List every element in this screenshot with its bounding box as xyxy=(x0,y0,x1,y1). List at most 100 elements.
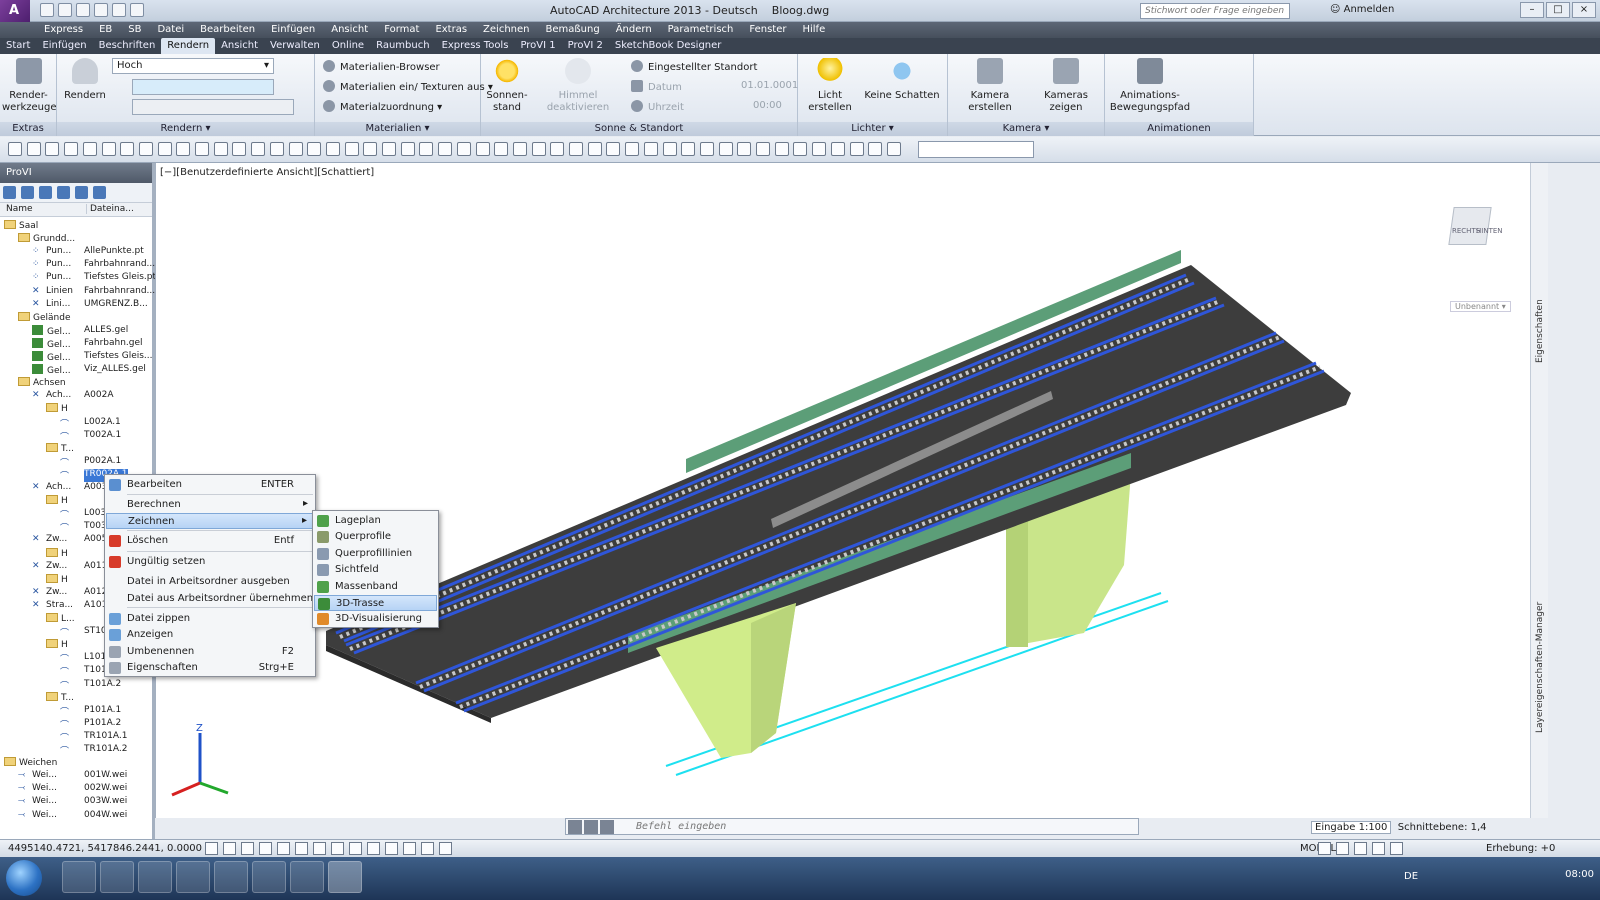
drafting-toggle-icon[interactable] xyxy=(277,842,290,855)
column-name[interactable]: Name xyxy=(6,204,33,214)
drafting-toggle-icon[interactable] xyxy=(349,842,362,855)
tree-node-file[interactable]: 004W.wei xyxy=(84,810,127,823)
toolbar-tool-icon[interactable] xyxy=(625,142,640,156)
menu-item[interactable]: Format xyxy=(376,22,427,35)
sign-in-button[interactable]: ☺ Anmelden xyxy=(1330,4,1394,15)
toolbar-tool-icon[interactable] xyxy=(8,142,22,156)
context-menu-item[interactable]: Anzeigen xyxy=(106,627,314,643)
toolbar-tool-icon[interactable] xyxy=(195,142,209,156)
ribbon-tab[interactable]: Verwalten xyxy=(264,38,326,54)
context-menu-item[interactable]: Eigenschaften Strg+E xyxy=(106,660,314,676)
toolbar-tool-icon[interactable] xyxy=(475,142,490,156)
toolbar-tool-icon[interactable] xyxy=(569,142,583,156)
tree-node[interactable]: H xyxy=(46,573,68,587)
viewcube[interactable]: RECHTS HINTEN xyxy=(1436,201,1506,271)
tree-node[interactable]: ⌒ xyxy=(60,679,74,692)
properties-tab[interactable]: Eigenschaften xyxy=(1535,299,1545,363)
tree-node-file[interactable]: T002A.1 xyxy=(84,430,121,443)
layout-toggle-icon[interactable] xyxy=(1354,842,1367,855)
drafting-toggle-icon[interactable] xyxy=(331,842,344,855)
menu-item[interactable]: Ändern xyxy=(608,22,660,35)
print-icon[interactable] xyxy=(94,3,108,17)
tree-node[interactable]: Gel... xyxy=(32,324,71,338)
toolbar-tool-icon[interactable] xyxy=(101,142,116,156)
toolbar-tool-icon[interactable] xyxy=(363,142,378,156)
toolbar-tool-icon[interactable] xyxy=(849,142,864,156)
save-icon[interactable] xyxy=(76,3,90,17)
context-menu-item[interactable]: Berechnen ▸ xyxy=(106,497,314,513)
toolbar-tool-icon[interactable] xyxy=(737,142,752,156)
toolbar-tool-icon[interactable] xyxy=(232,142,247,156)
tree-node[interactable]: H xyxy=(46,547,68,561)
toolbar-tool-icon[interactable] xyxy=(793,142,808,156)
ribbon-tab[interactable]: Rendern xyxy=(161,38,216,54)
context-menu-item[interactable]: Datei aus Arbeitsordner übernehmen xyxy=(106,591,314,607)
app-icon[interactable] xyxy=(138,861,172,893)
toolbar-tool-icon[interactable] xyxy=(213,142,228,156)
tools-icon[interactable] xyxy=(57,186,70,199)
column-file[interactable]: Dateina... xyxy=(86,204,134,214)
tree-node[interactable]: ⁘ Pun... xyxy=(32,246,71,259)
create-camera-button[interactable]: Kamera erstellen xyxy=(952,58,1028,114)
undo-icon[interactable] xyxy=(112,3,126,17)
layout-toggle-icon[interactable] xyxy=(1390,842,1403,855)
drafting-toggle-icon[interactable] xyxy=(313,842,326,855)
tree-node[interactable]: ⌒ xyxy=(60,430,74,443)
ribbon-tab[interactable]: Einfügen xyxy=(36,38,92,54)
toolbar-tool-icon[interactable] xyxy=(138,142,153,156)
drafting-toggle-icon[interactable] xyxy=(439,842,452,855)
tree-node[interactable]: ⌒ xyxy=(60,626,74,639)
maximize-button[interactable]: □ xyxy=(1546,2,1570,18)
tree-node[interactable]: L... xyxy=(46,613,75,626)
tree-node[interactable]: H xyxy=(46,495,68,508)
submenu-item[interactable]: 3D-Visualisierung xyxy=(314,611,437,627)
tree-node[interactable]: ✕ Stra... xyxy=(32,600,73,613)
context-menu-item[interactable]: Zeichnen ▸ xyxy=(106,513,314,529)
tree-node[interactable]: ✕ Zw... xyxy=(32,587,67,600)
sky-off-button[interactable]: Himmel deaktivieren xyxy=(535,58,621,114)
layout-toggle-icon[interactable] xyxy=(1336,842,1349,855)
menu-item[interactable]: Parametrisch xyxy=(660,22,742,35)
toolbar-tool-icon[interactable] xyxy=(82,142,97,156)
ribbon-tab[interactable]: Online xyxy=(326,38,370,54)
tree-node[interactable]: ⌒ xyxy=(60,469,74,482)
toolbar-tool-icon[interactable] xyxy=(438,142,453,156)
toolbar-tool-icon[interactable] xyxy=(886,142,901,156)
time-value[interactable]: 00:00 xyxy=(753,100,782,111)
tree-node[interactable]: ⌒ xyxy=(60,665,74,678)
language-indicator[interactable]: DE xyxy=(1404,871,1418,882)
tree-node-file[interactable]: Viz_ALLES.gel xyxy=(84,364,146,377)
toolbar-tool-icon[interactable] xyxy=(606,142,621,156)
tree-node-file[interactable]: P101A.1 xyxy=(84,705,121,718)
app3-icon[interactable] xyxy=(252,861,286,893)
tree-node-file[interactable]: Fahrbahn.gel xyxy=(84,338,143,351)
toolbar-tool-icon[interactable] xyxy=(400,142,415,156)
toolbar-tool-icon[interactable] xyxy=(718,142,733,156)
wrench-icon[interactable] xyxy=(584,820,598,834)
close-icon[interactable] xyxy=(568,820,582,834)
app-menu-button[interactable] xyxy=(0,0,30,22)
drafting-toggle-icon[interactable] xyxy=(241,842,254,855)
toolbar-tool-icon[interactable] xyxy=(512,142,527,156)
menu-item[interactable]: Extras xyxy=(427,22,475,35)
ribbon-tab[interactable]: Raumbuch xyxy=(370,38,435,54)
toolbar-tool-icon[interactable] xyxy=(662,142,677,156)
tree-node[interactable]: Gel... xyxy=(32,337,71,351)
ribbon-tab[interactable]: ProVI 2 xyxy=(562,38,609,54)
tree-node-file[interactable]: AllePunkte.pt xyxy=(84,246,144,259)
users-icon[interactable] xyxy=(39,186,52,199)
tree-node[interactable]: Gelände xyxy=(18,311,70,325)
toolbar-tool-icon[interactable] xyxy=(756,142,770,156)
submenu-item[interactable]: Massenband xyxy=(314,579,437,595)
render-tools-button[interactable]: Render- werkzeuge xyxy=(2,58,56,114)
submenu-item[interactable]: Lageplan xyxy=(314,513,437,529)
toolbar-tool-icon[interactable] xyxy=(26,142,41,156)
tree-node-file[interactable]: 003W.wei xyxy=(84,796,127,809)
menu-item[interactable]: Fenster xyxy=(741,22,794,35)
toolbar-tool-icon[interactable] xyxy=(382,142,396,156)
tree-node[interactable]: ⤙ Wei... xyxy=(18,796,57,809)
tree-node[interactable]: Saal xyxy=(4,220,38,233)
toolbar-tool-icon[interactable] xyxy=(288,142,303,156)
submenu-item[interactable]: Sichtfeld xyxy=(314,562,437,578)
chrome-icon[interactable] xyxy=(100,861,134,893)
